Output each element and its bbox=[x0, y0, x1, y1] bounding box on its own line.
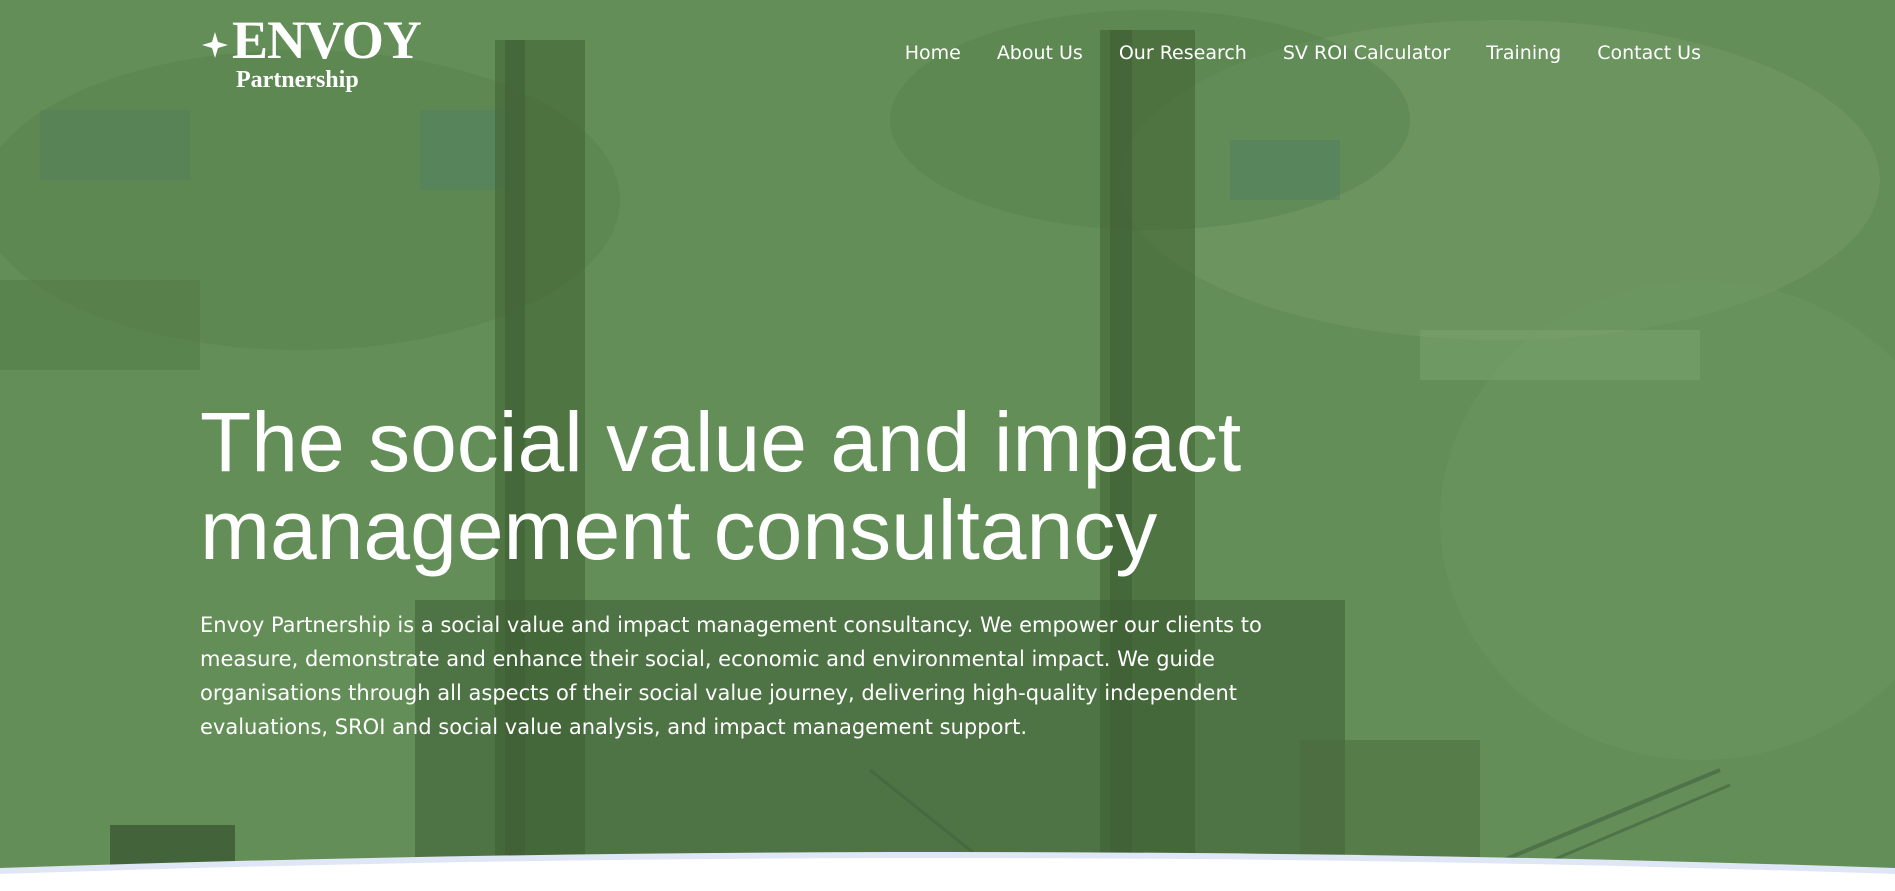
site-logo[interactable]: ENVOY Partnership bbox=[200, 12, 422, 94]
nav-home[interactable]: Home bbox=[905, 40, 961, 66]
logo-subtitle: Partnership bbox=[236, 67, 359, 93]
four-point-star-icon bbox=[202, 32, 228, 58]
nav-training[interactable]: Training bbox=[1486, 40, 1561, 66]
nav-our-research[interactable]: Our Research bbox=[1119, 40, 1247, 66]
nav-about-us[interactable]: About Us bbox=[997, 40, 1083, 66]
hero-bottom-curve bbox=[0, 852, 1895, 891]
hero-intro-text: Envoy Partnership is a social value and … bbox=[200, 613, 1262, 739]
hero-headline: The social value and impact management c… bbox=[200, 395, 1242, 577]
nav-sv-roi-calculator[interactable]: SV ROI Calculator bbox=[1283, 40, 1450, 66]
logo-wordmark: ENVOY bbox=[232, 10, 422, 70]
nav-contact-us[interactable]: Contact Us bbox=[1597, 40, 1701, 66]
main-navigation: Home About Us Our Research SV ROI Calcul… bbox=[905, 40, 1701, 66]
